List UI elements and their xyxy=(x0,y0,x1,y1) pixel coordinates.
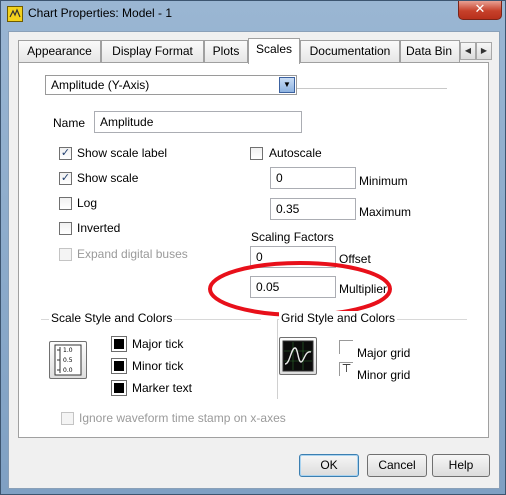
grid-style-button[interactable] xyxy=(279,337,317,375)
major-grid-color-swatch[interactable] xyxy=(339,340,353,354)
tab-appearance[interactable]: Appearance xyxy=(18,40,101,62)
major-tick-color-swatch[interactable] xyxy=(111,336,127,352)
checkmark-icon: ✓ xyxy=(60,172,71,184)
show-scale-label: Show scale xyxy=(77,171,139,185)
maximum-input[interactable]: 0.35 xyxy=(270,198,356,220)
ok-button[interactable]: OK xyxy=(299,454,359,477)
tab-scales[interactable]: Scales xyxy=(248,38,300,64)
tab-strip: Appearance Display Format Plots Scales D… xyxy=(9,38,499,64)
ignore-timestamp-label: Ignore waveform time stamp on x-axes xyxy=(79,411,286,425)
expand-digital-buses-checkbox xyxy=(59,248,72,261)
minor-tick-color-swatch[interactable] xyxy=(111,358,127,374)
tab-documentation[interactable]: Documentation xyxy=(300,40,400,62)
chevron-right-icon: ▶ xyxy=(480,46,488,55)
scale-style-heading: Scale Style and Colors xyxy=(49,311,175,325)
minor-tick-label: Minor tick xyxy=(132,359,184,373)
dialog-window: Chart Properties: Model - 1 ✕ Appearance… xyxy=(0,0,506,495)
show-scale-checkbox[interactable]: ✓ xyxy=(59,172,72,185)
tab-plots[interactable]: Plots xyxy=(204,40,248,62)
scale-icon-label-bottom: 0.0 xyxy=(63,367,73,374)
dialog-client: Appearance Display Format Plots Scales D… xyxy=(8,31,500,489)
grid-style-icon xyxy=(282,340,314,372)
tab-data-binding[interactable]: Data Bin xyxy=(400,40,460,62)
major-grid-label: Major grid xyxy=(357,346,411,360)
tab-scroll-right-button[interactable]: ▶ xyxy=(476,42,492,60)
scale-style-button[interactable]: 1.0 0.5 0.0 xyxy=(49,341,87,379)
minor-grid-label: Minor grid xyxy=(357,368,411,382)
log-label: Log xyxy=(77,196,98,210)
minimum-label: Minimum xyxy=(359,174,408,188)
minor-grid-color-swatch[interactable]: ⊤ xyxy=(339,362,353,376)
scaling-factors-heading: Scaling Factors xyxy=(251,230,334,244)
scale-icon-label-top: 1.0 xyxy=(63,347,73,354)
maximum-label: Maximum xyxy=(359,205,412,219)
tab-scroll-left-button[interactable]: ◀ xyxy=(460,42,476,60)
help-button[interactable]: Help xyxy=(432,454,490,477)
chevron-down-icon[interactable]: ▼ xyxy=(279,77,295,93)
scale-icon-label-mid: 0.5 xyxy=(63,357,73,364)
cancel-button[interactable]: Cancel xyxy=(367,454,427,477)
name-input[interactable]: Amplitude xyxy=(94,111,302,133)
minimum-input[interactable]: 0 xyxy=(270,167,356,189)
inverted-checkbox[interactable] xyxy=(59,222,72,235)
scale-select-dropdown[interactable]: Amplitude (Y-Axis) ▼ xyxy=(45,75,297,95)
checkmark-icon: ✓ xyxy=(60,147,71,159)
name-label: Name xyxy=(53,116,86,130)
marker-text-label: Marker text xyxy=(132,381,193,395)
major-tick-label: Major tick xyxy=(132,337,184,351)
expand-digital-buses-label: Expand digital buses xyxy=(77,247,188,261)
scale-select-value: Amplitude (Y-Axis) xyxy=(51,78,150,92)
tab-display-format[interactable]: Display Format xyxy=(101,40,204,62)
show-scale-label-checkbox[interactable]: ✓ xyxy=(59,147,72,160)
minor-grid-icon: ⊤ xyxy=(341,363,352,375)
chevron-left-icon: ◀ xyxy=(464,46,472,55)
scale-style-icon: 1.0 0.5 0.0 xyxy=(54,344,82,376)
close-button[interactable]: ✕ xyxy=(458,1,502,20)
title-bar[interactable]: Chart Properties: Model - 1 ✕ xyxy=(1,1,505,27)
labview-app-icon xyxy=(7,6,23,22)
inverted-label: Inverted xyxy=(77,221,121,235)
show-scale-label-label: Show scale label xyxy=(77,146,168,160)
scales-tab-panel: Amplitude (Y-Axis) ▼ Name Amplitude ✓ Sh… xyxy=(18,62,489,438)
log-checkbox[interactable] xyxy=(59,197,72,210)
window-title: Chart Properties: Model - 1 xyxy=(28,6,173,20)
grid-style-heading: Grid Style and Colors xyxy=(279,311,398,325)
autoscale-checkbox[interactable] xyxy=(250,147,263,160)
marker-text-color-swatch[interactable] xyxy=(111,380,127,396)
ignore-timestamp-checkbox xyxy=(61,412,74,425)
close-icon: ✕ xyxy=(474,2,486,17)
autoscale-label: Autoscale xyxy=(269,146,322,160)
